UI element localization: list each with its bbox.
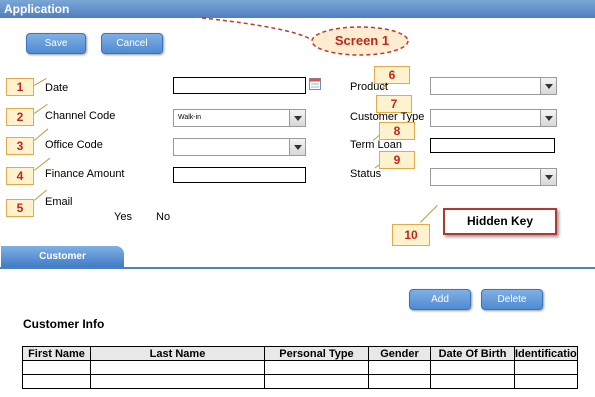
calendar-icon[interactable] (309, 77, 321, 90)
customer-table: First Name Last Name Personal Type Gende… (22, 346, 578, 389)
chevron-down-icon[interactable] (289, 139, 305, 155)
channel-code-select[interactable]: Walk-in (173, 109, 306, 127)
customer-type-select[interactable] (430, 109, 557, 127)
term-loan-label: Term Loan (350, 139, 402, 151)
column-header[interactable]: First Name (22, 346, 91, 361)
chevron-down-icon[interactable] (540, 110, 556, 126)
save-button[interactable]: Save (26, 33, 86, 54)
tab-customer[interactable]: Customer (1, 246, 124, 268)
table-cell[interactable] (368, 360, 431, 375)
hidden-key-box: Hidden Key (443, 208, 557, 235)
callout-10-tail (420, 205, 438, 223)
tab-strip-divider (0, 267, 595, 269)
office-code-label: Office Code (45, 139, 103, 151)
table-cell[interactable] (514, 374, 578, 389)
callout-2: 2 (6, 108, 34, 126)
callout-5: 5 (6, 199, 34, 217)
table-cell[interactable] (514, 360, 578, 375)
chevron-down-icon[interactable] (540, 78, 556, 94)
column-header[interactable]: Date Of Birth (430, 346, 515, 361)
callout-3: 3 (6, 137, 34, 155)
table-header-row: First Name Last Name Personal Type Gende… (22, 346, 578, 361)
email-yes-option[interactable]: Yes (114, 211, 132, 223)
date-label: Date (45, 82, 69, 94)
chevron-down-icon[interactable] (289, 110, 305, 126)
table-row[interactable] (22, 374, 578, 389)
customer-info-title: Customer Info (23, 317, 105, 331)
table-cell[interactable] (22, 360, 91, 375)
channel-code-value: Walk-in (178, 114, 202, 121)
column-header[interactable]: Last Name (90, 346, 265, 361)
column-header[interactable]: Identification (514, 346, 578, 361)
status-label: Status (350, 168, 382, 180)
channel-code-label: Channel Code (45, 110, 116, 122)
chevron-down-icon[interactable] (540, 169, 556, 185)
annotation-pointer (201, 17, 313, 41)
finance-amount-input[interactable] (173, 167, 306, 183)
callout-4: 4 (6, 167, 34, 185)
table-cell[interactable] (264, 374, 369, 389)
add-button[interactable]: Add (409, 289, 471, 310)
table-cell[interactable] (90, 374, 265, 389)
table-cell[interactable] (264, 360, 369, 375)
product-label: Product (350, 81, 388, 93)
column-header[interactable]: Gender (368, 346, 431, 361)
email-label: Email (45, 196, 73, 208)
table-cell[interactable] (430, 374, 515, 389)
table-cell[interactable] (22, 374, 91, 389)
product-select[interactable] (430, 77, 557, 95)
status-select[interactable] (430, 168, 557, 186)
office-code-select[interactable] (173, 138, 306, 156)
column-header[interactable]: Personal Type (264, 346, 369, 361)
window-title: Application (4, 2, 70, 16)
date-input[interactable] (173, 77, 306, 94)
cancel-button[interactable]: Cancel (101, 33, 163, 54)
email-no-option[interactable]: No (156, 211, 170, 223)
term-loan-input[interactable] (430, 138, 555, 153)
callout-10: 10 (392, 224, 430, 246)
finance-amount-label: Finance Amount (45, 168, 125, 180)
table-cell[interactable] (368, 374, 431, 389)
table-row[interactable] (22, 360, 578, 375)
callout-9: 9 (379, 151, 415, 169)
screen-label: Screen 1 (334, 33, 390, 48)
table-cell[interactable] (90, 360, 265, 375)
table-cell[interactable] (430, 360, 515, 375)
delete-button[interactable]: Delete (481, 289, 543, 310)
callout-8: 8 (379, 122, 415, 140)
callout-1: 1 (6, 78, 34, 96)
